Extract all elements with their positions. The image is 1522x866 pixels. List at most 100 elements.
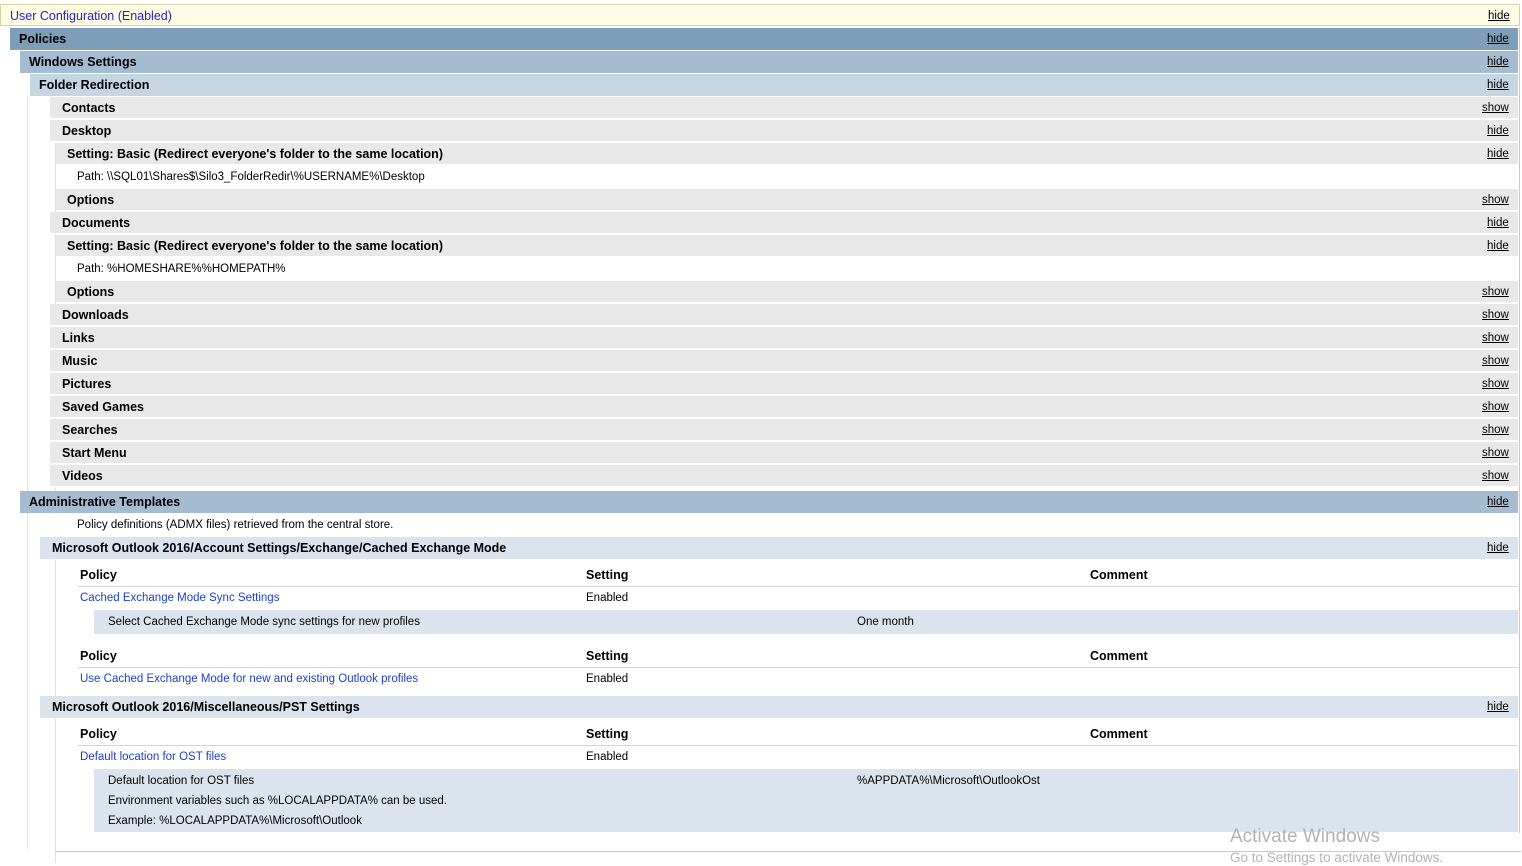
desktop-path-row: Path: \\SQL01\Shares$\Silo3_FolderRedir\…: [56, 166, 1518, 188]
folder-redirection-toggle[interactable]: hide: [1487, 74, 1509, 96]
folder-desktop-header: Desktop hide: [50, 120, 1518, 142]
folder-pictures-header: Pictures show: [50, 373, 1518, 395]
detail-label-cached-sync: Select Cached Exchange Mode sync setting…: [108, 616, 420, 628]
category-pst-settings-header: Microsoft Outlook 2016/Miscellaneous/PST…: [40, 696, 1518, 718]
policy-setting-use-cached: Enabled: [586, 673, 629, 685]
policy-table-header: Policy Setting Comment: [78, 721, 1518, 746]
detail-value-ost-location: %APPDATA%\Microsoft\OutlookOst: [857, 775, 1040, 787]
detail-example: Example: %LOCALAPPDATA%\Microsoft\Outloo…: [108, 815, 362, 827]
policy-table-header: Policy Setting Comment: [78, 562, 1518, 587]
policy-row-use-cached: Use Cached Exchange Mode for new and exi…: [78, 668, 1518, 690]
folder-music-header: Music show: [50, 350, 1518, 372]
documents-path-row: Path: %HOMESHARE%%HOMEPATH%: [56, 258, 1518, 280]
policy-link-cached-sync[interactable]: Cached Exchange Mode Sync Settings: [80, 587, 279, 609]
admx-note-row: Policy definitions (ADMX files) retrieve…: [30, 514, 1518, 536]
policy-setting-cached-sync: Enabled: [586, 592, 629, 604]
folder-downloads-header: Downloads show: [50, 304, 1518, 326]
folder-redirection-header: Folder Redirection hide: [30, 74, 1518, 96]
column-comment: Comment: [1090, 727, 1148, 741]
column-policy: Policy: [80, 649, 117, 663]
detail-value-cached-sync: One month: [857, 616, 914, 628]
folder-music-toggle[interactable]: show: [1482, 350, 1509, 372]
administrative-templates-toggle[interactable]: hide: [1487, 491, 1509, 513]
folder-start-menu-header: Start Menu show: [50, 442, 1518, 464]
folder-start-menu-toggle[interactable]: show: [1482, 442, 1509, 464]
category-pst-settings-title: Microsoft Outlook 2016/Miscellaneous/PST…: [52, 700, 360, 714]
documents-options-title: Options: [67, 285, 115, 299]
folder-videos-header: Videos show: [50, 465, 1518, 487]
folder-start-menu-title: Start Menu: [62, 446, 127, 460]
policy-link-ost-location[interactable]: Default location for OST files: [80, 746, 226, 768]
column-policy: Policy: [80, 727, 117, 741]
folder-documents-header: Documents hide: [50, 212, 1518, 234]
policy-row-ost-location: Default location for OST files Enabled: [78, 746, 1518, 768]
column-policy: Policy: [80, 568, 117, 582]
folder-searches-header: Searches show: [50, 419, 1518, 441]
detail-label-ost-location: Default location for OST files: [108, 775, 255, 787]
activate-windows-title: Activate Windows: [1230, 826, 1380, 847]
policy-link-use-cached[interactable]: Use Cached Exchange Mode for new and exi…: [80, 668, 418, 690]
user-configuration-title: User Configuration (Enabled): [10, 9, 172, 23]
policy-table-header: Policy Setting Comment: [78, 643, 1518, 668]
desktop-options-toggle[interactable]: show: [1482, 189, 1509, 211]
folder-redirection-title: Folder Redirection: [39, 78, 150, 92]
column-setting: Setting: [586, 727, 629, 741]
folder-contacts-toggle[interactable]: show: [1482, 97, 1509, 119]
column-setting: Setting: [586, 649, 629, 663]
documents-setting-header: Setting: Basic (Redirect everyone's fold…: [56, 235, 1518, 257]
tree-guide-line: [1519, 27, 1520, 833]
folder-saved-games-toggle[interactable]: show: [1482, 396, 1509, 418]
folder-links-toggle[interactable]: show: [1482, 327, 1509, 349]
user-configuration-header: User Configuration (Enabled) hide: [0, 4, 1520, 26]
policy-row-cached-sync: Cached Exchange Mode Sync Settings Enabl…: [78, 587, 1518, 609]
admx-note: Policy definitions (ADMX files) retrieve…: [77, 519, 394, 531]
folder-contacts-header: Contacts show: [50, 97, 1518, 119]
folder-documents-title: Documents: [62, 216, 131, 230]
documents-path: Path: %HOMESHARE%%HOMEPATH%: [77, 263, 286, 275]
folder-videos-title: Videos: [62, 469, 103, 483]
column-comment: Comment: [1090, 649, 1148, 663]
folder-searches-toggle[interactable]: show: [1482, 419, 1509, 441]
folder-saved-games-title: Saved Games: [62, 400, 144, 414]
folder-downloads-toggle[interactable]: show: [1482, 304, 1509, 326]
category-cached-exchange-toggle[interactable]: hide: [1487, 537, 1509, 559]
folder-links-title: Links: [62, 331, 95, 345]
column-comment: Comment: [1090, 568, 1148, 582]
desktop-options-title: Options: [67, 193, 115, 207]
windows-settings-header: Windows Settings hide: [20, 51, 1518, 73]
folder-searches-title: Searches: [62, 423, 118, 437]
folder-pictures-toggle[interactable]: show: [1482, 373, 1509, 395]
user-configuration-toggle[interactable]: hide: [1488, 5, 1510, 27]
policies-title: Policies: [19, 32, 67, 46]
column-setting: Setting: [586, 568, 629, 582]
folder-downloads-title: Downloads: [62, 308, 129, 322]
desktop-options-header: Options show: [56, 189, 1518, 211]
desktop-setting-title: Setting: Basic (Redirect everyone's fold…: [67, 147, 443, 161]
policy-detail-cached-sync: Select Cached Exchange Mode sync setting…: [94, 610, 1518, 634]
folder-desktop-title: Desktop: [62, 124, 112, 138]
category-pst-settings-toggle[interactable]: hide: [1487, 696, 1509, 718]
tree-guide-line: [27, 97, 28, 849]
policy-detail-ost-location: Default location for OST files %APPDATA%…: [94, 769, 1518, 832]
folder-pictures-title: Pictures: [62, 377, 112, 391]
folder-music-title: Music: [62, 354, 98, 368]
folder-videos-toggle[interactable]: show: [1482, 465, 1509, 487]
policies-toggle[interactable]: hide: [1487, 28, 1509, 50]
folder-desktop-toggle[interactable]: hide: [1487, 120, 1509, 142]
desktop-setting-header: Setting: Basic (Redirect everyone's fold…: [56, 143, 1518, 165]
folder-contacts-title: Contacts: [62, 101, 116, 115]
documents-options-toggle[interactable]: show: [1482, 281, 1509, 303]
documents-options-header: Options show: [56, 281, 1518, 303]
documents-setting-toggle[interactable]: hide: [1487, 235, 1509, 257]
policies-header: Policies hide: [10, 28, 1518, 50]
folder-documents-toggle[interactable]: hide: [1487, 212, 1509, 234]
policy-setting-ost-location: Enabled: [586, 751, 629, 763]
administrative-templates-title: Administrative Templates: [29, 495, 181, 509]
desktop-path: Path: \\SQL01\Shares$\Silo3_FolderRedir\…: [77, 171, 425, 183]
desktop-setting-toggle[interactable]: hide: [1487, 143, 1509, 165]
folder-links-header: Links show: [50, 327, 1518, 349]
activate-windows-subtitle: Go to Settings to activate Windows.: [1230, 850, 1444, 865]
administrative-templates-header: Administrative Templates hide: [20, 491, 1518, 513]
windows-settings-toggle[interactable]: hide: [1487, 51, 1509, 73]
category-cached-exchange-title: Microsoft Outlook 2016/Account Settings/…: [52, 541, 507, 555]
